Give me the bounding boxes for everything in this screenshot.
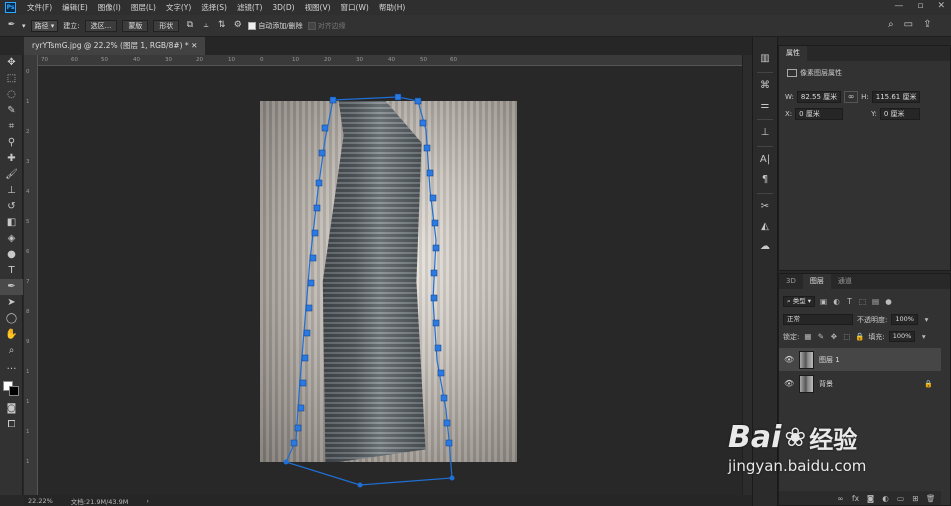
link-dimensions-icon[interactable]: ∞ [844, 91, 859, 103]
layer-name: 图层 1 [819, 355, 840, 364]
brush-panel-icon[interactable]: ⌘ [753, 76, 777, 96]
height-label: H: [861, 93, 869, 101]
layer-row-background[interactable]: 👁 背景 🔒 [779, 372, 941, 395]
add-mask-icon[interactable]: ◙ [866, 493, 875, 504]
layer-thumbnail [799, 374, 814, 393]
width-field[interactable]: 82.55 厘米 [796, 91, 842, 103]
layers-footer: ∞ fx ◙ ◐ ▭ ⊞ 🗑 [779, 491, 941, 505]
baidu-watermark: Bai ❀ 经验 jingyan.baidu.com [728, 420, 866, 475]
fill-chevron-icon[interactable]: ▾ [919, 331, 928, 342]
watermark-brand-right: 经验 [809, 426, 858, 454]
lock-all-icon[interactable]: 🔒 [855, 331, 864, 342]
lock-pixels-icon[interactable]: ✎ [816, 331, 825, 342]
y-label: Y: [871, 110, 877, 118]
width-label: W: [785, 93, 794, 101]
layer-style-fx-icon[interactable]: fx [851, 493, 860, 504]
filter-type-icon[interactable]: T [845, 296, 854, 307]
tab-channels[interactable]: 通道 [831, 274, 859, 289]
paragraph-panel-icon[interactable]: ¶ [753, 170, 777, 190]
watermark-url: jingyan.baidu.com [728, 457, 867, 475]
tool-presets-icon[interactable]: ✂ [753, 197, 777, 217]
layer-row-layer1[interactable]: 👁 图层 1 [779, 348, 941, 371]
fill-field[interactable]: 100% [888, 331, 916, 342]
opacity-label: 不透明度: [857, 315, 888, 324]
filter-shape-icon[interactable]: ⬚ [858, 296, 867, 307]
x-field[interactable]: 0 厘米 [795, 108, 844, 120]
properties-section-title: 像素图层属性 [800, 69, 842, 77]
blend-mode-select[interactable]: 正常 [783, 314, 853, 325]
x-label: X: [785, 110, 793, 118]
libraries-icon[interactable]: ☁ [753, 237, 777, 257]
tab-layers[interactable]: 图层 [802, 274, 831, 289]
history-panel-icon[interactable]: ▥ [753, 49, 777, 69]
lock-transparent-icon[interactable]: ▦ [803, 331, 812, 342]
link-layers-icon[interactable]: ∞ [836, 493, 845, 504]
properties-panel: 属性 像素图层属性 W: 82.55 厘米 ∞ H: 115.61 厘米 X: … [778, 45, 951, 271]
filter-smart-object-icon[interactable]: ▤ [871, 296, 880, 307]
layer-thumbnail [799, 350, 814, 369]
filter-pixel-icon[interactable]: ▣ [819, 296, 828, 307]
adjustment-layer-icon[interactable]: ◐ [881, 493, 890, 504]
lock-position-icon[interactable]: ✥ [829, 331, 838, 342]
new-layer-icon[interactable]: ⊞ [911, 493, 920, 504]
paw-logo-icon: ❀ [784, 422, 807, 453]
lock-label: 锁定: [783, 332, 800, 341]
clone-source-icon[interactable]: ⊥ [753, 123, 777, 143]
fill-label: 填充: [868, 332, 885, 341]
new-group-icon[interactable]: ▭ [896, 493, 905, 504]
background-lock-icon: 🔒 [924, 379, 933, 388]
status-bar: 22.22% 文档:21.9M/43.9M › [24, 495, 752, 506]
delete-layer-icon[interactable]: 🗑 [926, 493, 936, 504]
work-path[interactable] [285, 96, 453, 486]
zoom-level[interactable]: 22.22% [28, 497, 53, 505]
height-field[interactable]: 115.61 厘米 [871, 91, 921, 103]
lock-artboard-icon[interactable]: ⬚ [842, 331, 851, 342]
character-panel-icon[interactable]: A| [753, 150, 777, 170]
tab-properties[interactable]: 属性 [779, 46, 807, 61]
layer-name: 背景 [819, 379, 833, 388]
path-end-anchors[interactable] [283, 459, 455, 488]
status-menu-chevron-icon[interactable]: › [146, 497, 149, 505]
opacity-field[interactable]: 100% [891, 314, 918, 325]
y-field[interactable]: 0 厘米 [879, 108, 920, 120]
layer-filter-value: 类型 [792, 297, 806, 305]
filter-adjustment-icon[interactable]: ◐ [832, 296, 841, 307]
watermark-brand-left: Bai [728, 420, 782, 455]
blend-mode-value: 正常 [787, 315, 800, 323]
visibility-eye-icon[interactable]: 👁 [784, 355, 794, 364]
document-size: 文档:21.9M/43.9M [70, 497, 129, 506]
anchor-points[interactable] [290, 93, 453, 447]
visibility-eye-icon[interactable]: 👁 [784, 379, 794, 388]
tab-3d[interactable]: 3D [779, 274, 803, 289]
adjustments-panel-icon[interactable]: ⚌ [753, 96, 777, 116]
pixel-layer-icon [787, 69, 797, 77]
filter-toggle-icon[interactable]: ● [884, 296, 893, 307]
opacity-chevron-icon[interactable]: ▾ [922, 314, 931, 325]
layer-filter-select[interactable]: ⌕ 类型 ▾ [783, 296, 816, 307]
3d-panel-icon[interactable]: ◭ [753, 217, 777, 237]
